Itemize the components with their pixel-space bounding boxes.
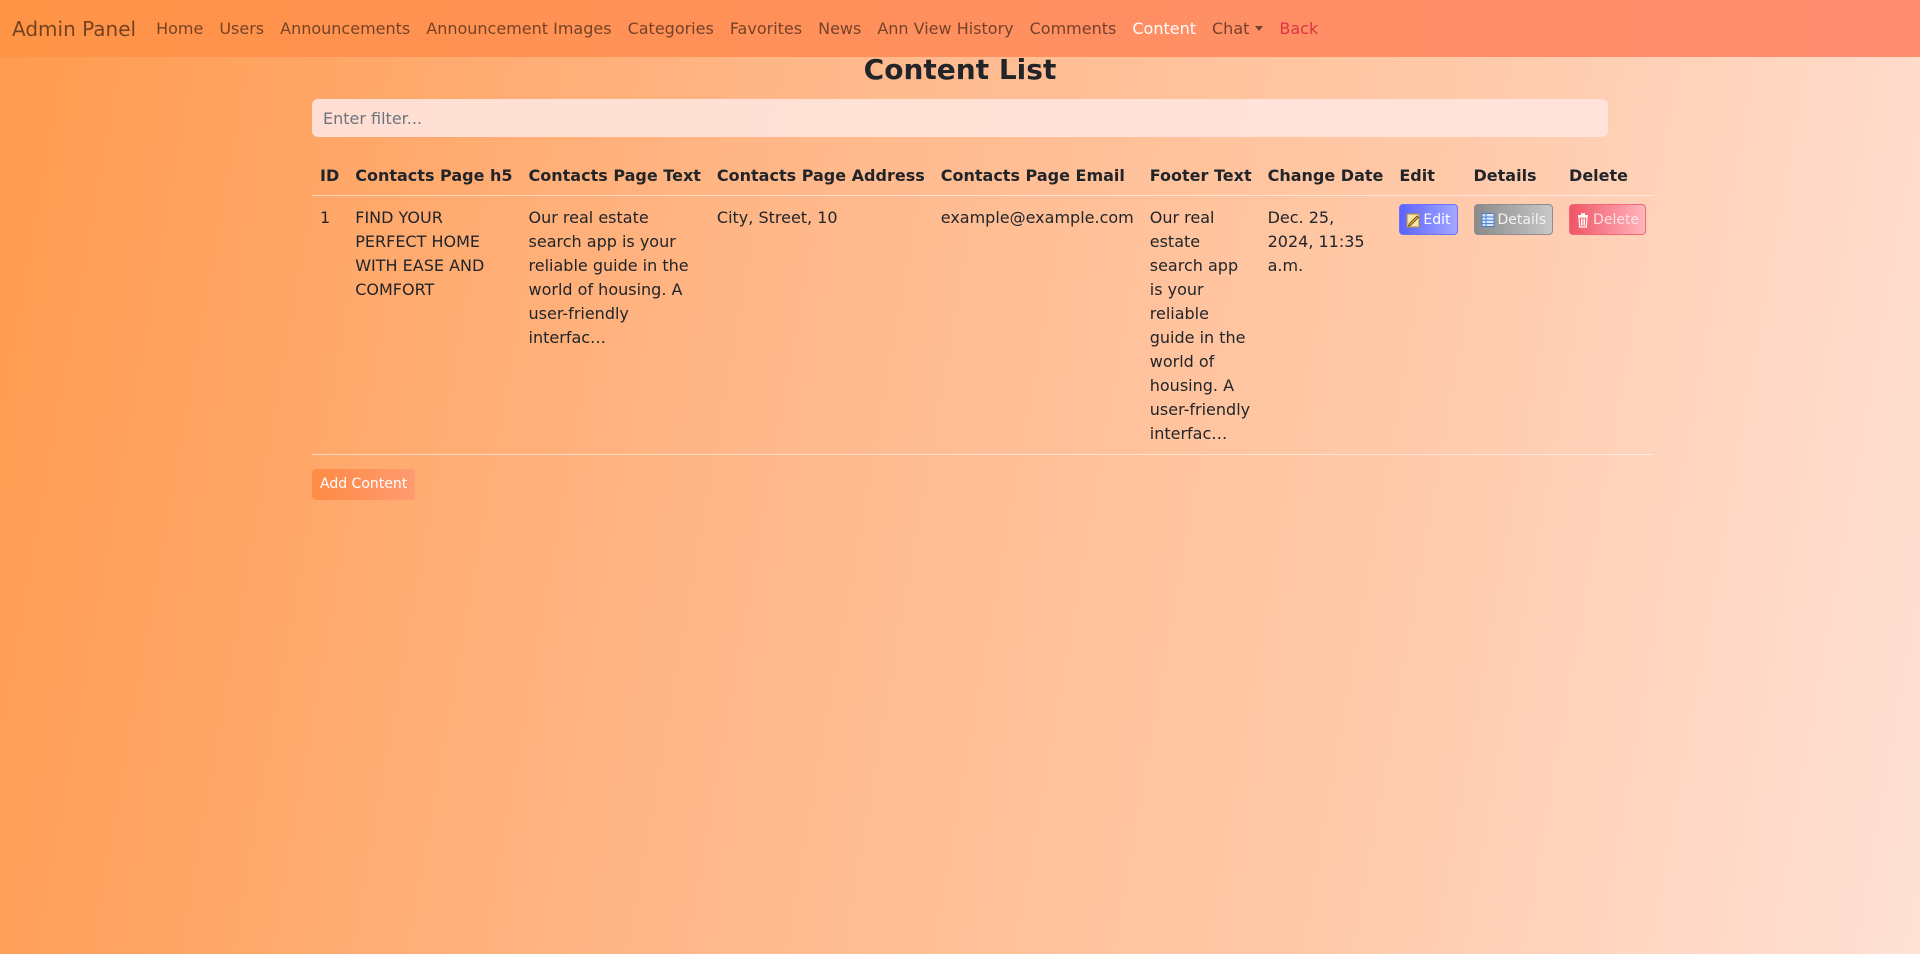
column-header-contacts-text: Contacts Page Text (520, 153, 709, 196)
edit-button-label: Edit (1423, 211, 1451, 228)
nav-link-favorites[interactable]: Favorites (722, 19, 810, 38)
caret-down-icon (1255, 26, 1264, 31)
navbar-brand[interactable]: Admin Panel (12, 17, 136, 41)
nav-link-announcements[interactable]: Announcements (272, 19, 418, 38)
nav-link-announcement-images[interactable]: Announcement Images (418, 19, 619, 38)
cell-contacts-address: City, Street, 10 (708, 195, 933, 455)
filter-input[interactable] (312, 99, 1608, 137)
cell-contacts-h5: FIND YOUR PERFECT HOME WITH EASE AND COM… (347, 195, 521, 455)
column-header-contacts-email: Contacts Page Email (932, 153, 1142, 196)
nav-link-home[interactable]: Home (148, 19, 211, 38)
cell-edit: Edit (1391, 195, 1466, 455)
edit-button[interactable]: Edit (1399, 204, 1458, 235)
column-header-contacts-address: Contacts Page Address (708, 153, 933, 196)
add-content-button[interactable]: Add Content (312, 469, 416, 500)
table-list-icon (1481, 212, 1494, 227)
column-header-id: ID (312, 153, 348, 196)
nav-link-content[interactable]: Content (1124, 19, 1204, 38)
content-table: ID Contacts Page h5 Contacts Page Text C… (312, 153, 1655, 455)
nav-chat-label: Chat (1212, 19, 1250, 38)
nav-link-ann-view-history[interactable]: Ann View History (869, 19, 1021, 38)
nav-link-back[interactable]: Back (1271, 19, 1326, 38)
table-header-row: ID Contacts Page h5 Contacts Page Text C… (312, 153, 1655, 196)
top-navbar: Admin Panel Home Users Announcements Ann… (0, 0, 1920, 57)
main-content: Content List ID Contacts Page h5 Contact… (312, 53, 1655, 500)
nav-link-users[interactable]: Users (211, 19, 272, 38)
title-wrapper: Content List (312, 53, 1608, 99)
column-header-footer-text: Footer Text (1141, 153, 1260, 196)
details-button-label: Details (1497, 211, 1547, 228)
column-header-change-date: Change Date (1259, 153, 1392, 196)
nav-link-categories[interactable]: Categories (620, 19, 722, 38)
column-header-delete: Delete (1561, 153, 1655, 196)
trash-icon (1578, 212, 1589, 228)
cell-id: 1 (312, 195, 348, 455)
column-header-edit: Edit (1391, 153, 1466, 196)
cell-details: Details (1465, 195, 1562, 455)
page-title: Content List (863, 53, 1057, 86)
cell-contacts-text: Our real estate search app is your relia… (520, 195, 709, 455)
column-header-details: Details (1465, 153, 1562, 196)
delete-button-label: Delete (1593, 211, 1640, 228)
delete-button[interactable]: Delete (1569, 204, 1647, 235)
nav-link-news[interactable]: News (810, 19, 869, 38)
nav-dropdown-chat[interactable]: Chat (1204, 19, 1271, 38)
cell-change-date: Dec. 25, 2024, 11:35 a.m. (1259, 195, 1392, 455)
table-row: 1 FIND YOUR PERFECT HOME WITH EASE AND C… (312, 195, 1655, 455)
nav-link-comments[interactable]: Comments (1022, 19, 1125, 38)
pencil-square-icon (1406, 213, 1420, 227)
cell-delete: Delete (1561, 195, 1655, 455)
cell-contacts-email: example@example.com (932, 195, 1142, 455)
cell-footer-text: Our real estate search app is your relia… (1141, 195, 1260, 455)
column-header-contacts-h5: Contacts Page h5 (347, 153, 521, 196)
details-button[interactable]: Details (1473, 204, 1554, 235)
